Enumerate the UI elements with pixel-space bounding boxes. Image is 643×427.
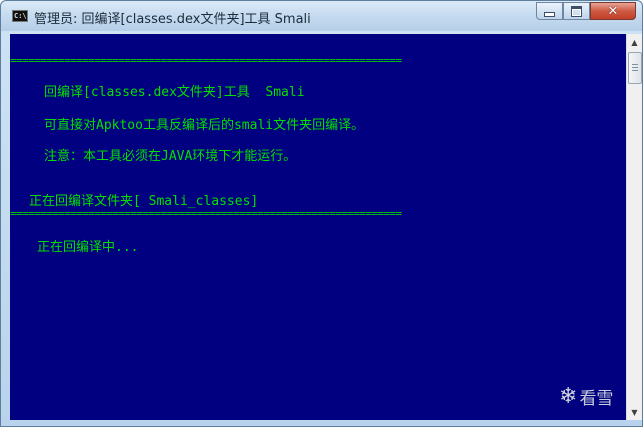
console-output[interactable]: ========================================… (10, 34, 626, 420)
console-line-notice: 注意：本工具必须在JAVA环境下才能运行。 (44, 149, 297, 164)
close-icon: ✕ (607, 3, 619, 19)
console-line-tool-title: 回编译[classes.dex文件夹]工具 Smali (44, 85, 305, 100)
title-bar[interactable]: C:\ 管理员: 回编译[classes.dex文件夹]工具 Smali ✕ (1, 1, 642, 31)
separator-line-top: ========================================… (10, 54, 402, 67)
watermark: ❄ 看雪 (559, 384, 613, 409)
vertical-scrollbar[interactable]: ▲ ▼ (626, 34, 642, 420)
snowflake-icon: ❄ (559, 384, 578, 409)
caption-buttons: ✕ (536, 2, 636, 22)
console-line-description: 可直接对Apktoo工具反编译后的smali文件夹回编译。 (44, 118, 365, 133)
thumb-grip-line (632, 70, 638, 71)
close-button[interactable]: ✕ (590, 2, 636, 20)
scrollbar-thumb[interactable] (628, 52, 642, 84)
watermark-text: 看雪 (579, 389, 614, 409)
console-line-progress: 正在回编译中... (37, 240, 139, 255)
window-title: 管理员: 回编译[classes.dex文件夹]工具 Smali (34, 12, 311, 27)
maximize-button[interactable] (563, 2, 590, 20)
thumb-grip-line (632, 64, 638, 65)
console-window: C:\ 管理员: 回编译[classes.dex文件夹]工具 Smali ✕ =… (0, 0, 643, 427)
minimize-icon (544, 12, 555, 17)
cmd-app-icon[interactable]: C:\ (12, 10, 28, 22)
scroll-down-button[interactable]: ▼ (627, 404, 642, 420)
maximize-icon (571, 5, 582, 17)
separator-line-bottom: ========================================… (10, 207, 402, 220)
minimize-button[interactable] (536, 2, 563, 20)
scroll-up-button[interactable]: ▲ (627, 34, 642, 50)
thumb-grip-line (632, 67, 638, 68)
